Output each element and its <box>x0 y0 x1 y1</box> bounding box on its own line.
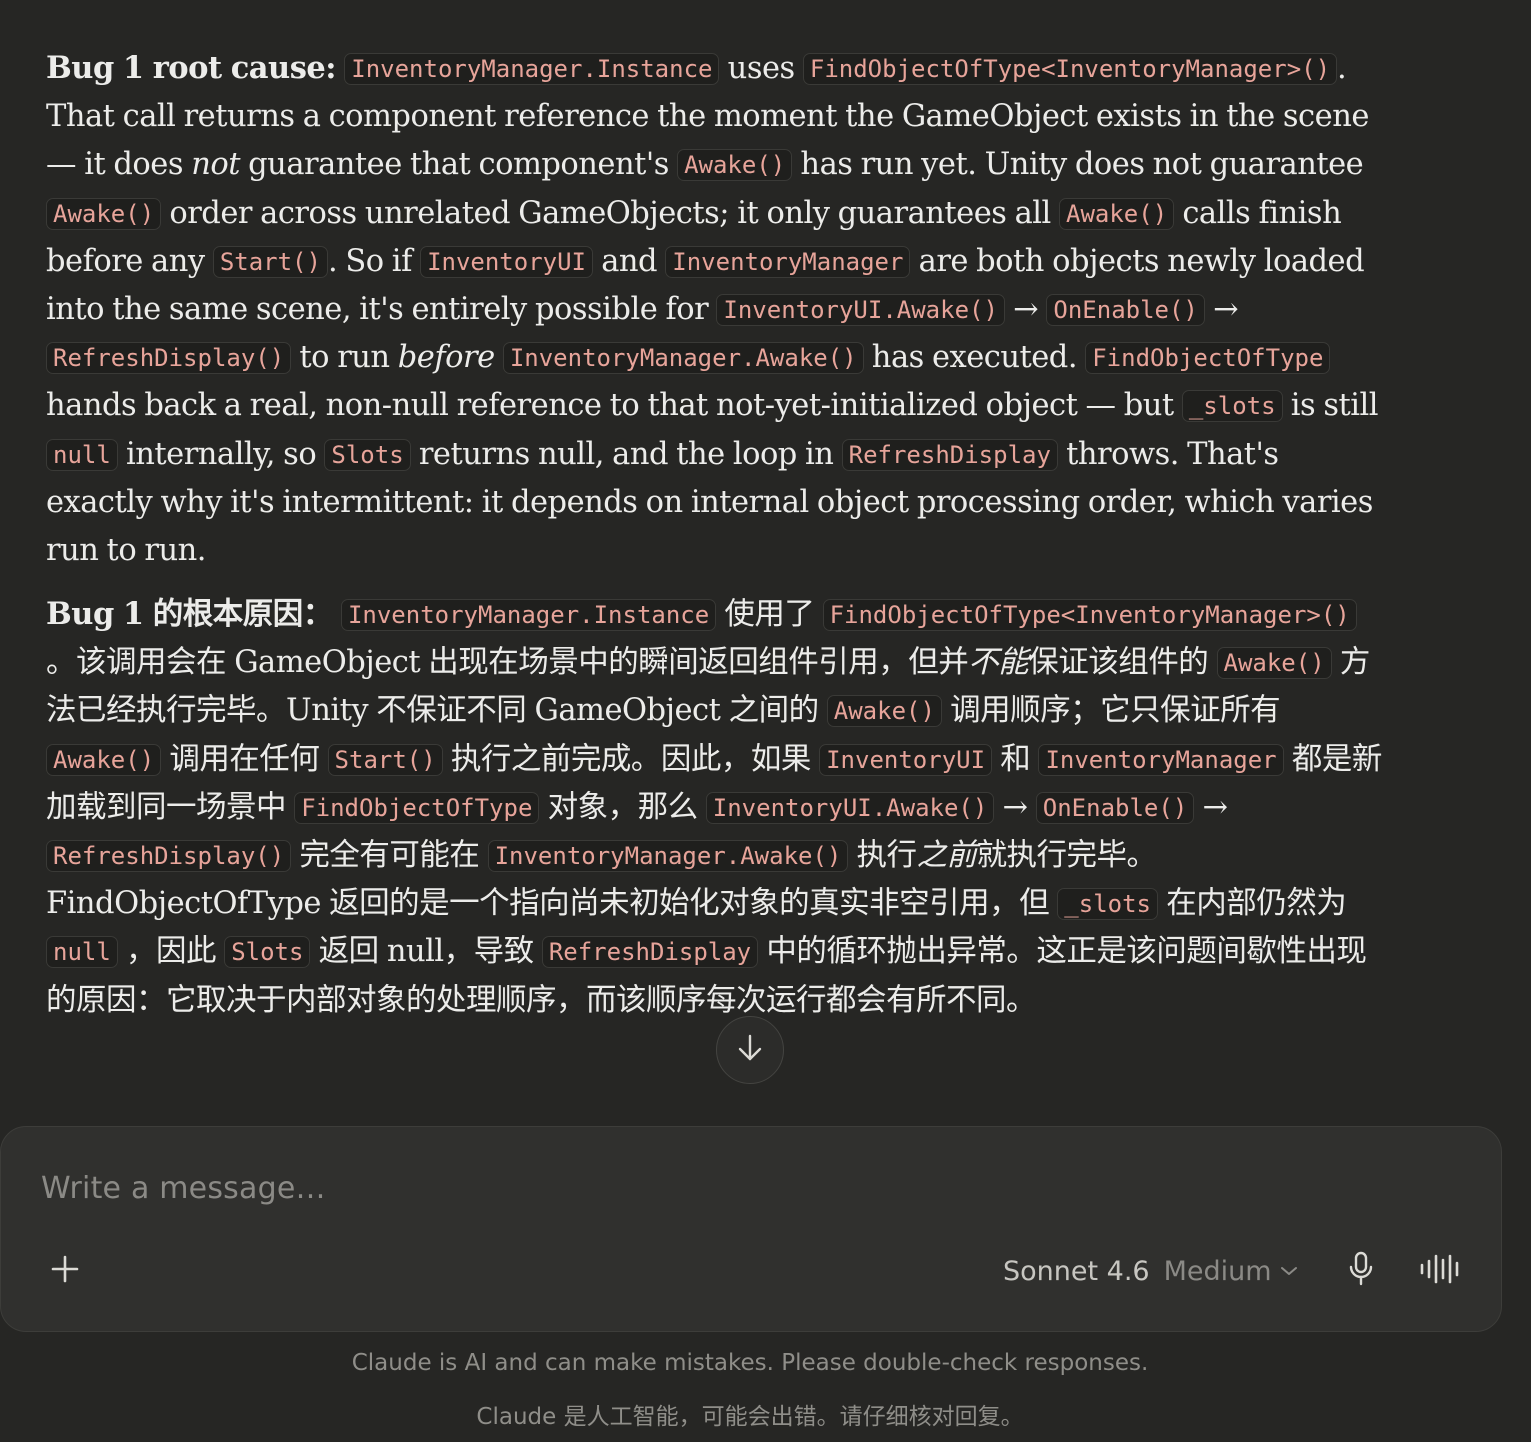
message-text: ，因此 <box>117 934 225 970</box>
message-text: uses <box>719 51 803 86</box>
inline-code: Awake() <box>46 197 162 230</box>
message-text: has run yet. Unity does not guarantee <box>792 147 1364 183</box>
model-selector[interactable]: Sonnet 4.6 Medium <box>1003 1251 1298 1291</box>
message-text: guarantee that component's <box>239 147 678 183</box>
emphasis-text: 不能 <box>968 645 1029 681</box>
inline-code: Awake() <box>826 695 942 728</box>
assistant-message-paragraph-zh: Bug 1 的根本原因： InventoryManager.Instance 使… <box>46 590 1391 1025</box>
message-text <box>333 597 341 632</box>
message-text: 在内部仍然为 <box>1158 886 1347 922</box>
inline-code: Awake() <box>1059 197 1175 230</box>
message-text: 对象，那么 <box>539 789 706 825</box>
inline-code: InventoryUI.Awake() <box>705 791 995 824</box>
message-text: 使用了 <box>716 597 823 632</box>
inline-code: OnEnable() <box>1046 294 1205 327</box>
message-text: internally, so <box>117 436 325 472</box>
emphasis-text: not <box>191 147 240 183</box>
disclaimer-en: Claude is AI and can make mistakes. Plea… <box>351 1350 1149 1376</box>
inline-code: Start() <box>327 743 443 776</box>
message-text: returns null, and the loop in <box>410 436 842 472</box>
message-text: 调用顺序；它只保证所有 <box>941 693 1281 729</box>
message-text: order across unrelated GameObjects; it o… <box>161 195 1059 231</box>
inline-code: InventoryUI <box>420 245 594 278</box>
inline-code: FindObjectOfType<InventoryManager>() <box>802 53 1338 85</box>
inline-code: null <box>46 438 118 471</box>
voice-mode-button[interactable] <box>1417 1251 1465 1291</box>
inline-code: RefreshDisplay <box>841 438 1058 471</box>
message-text: 和 <box>992 741 1039 777</box>
inline-code: InventoryManager.Awake() <box>487 840 849 873</box>
inline-code: Awake() <box>677 149 793 182</box>
message-text: → <box>1204 292 1239 328</box>
dictation-button[interactable] <box>1341 1251 1381 1291</box>
inline-code: OnEnable() <box>1035 791 1195 824</box>
emphasis-text: 之前 <box>916 838 978 874</box>
model-name: Sonnet 4.6 <box>1003 1255 1150 1287</box>
message-text: 执行 <box>848 838 918 874</box>
microphone-icon <box>1347 1251 1375 1291</box>
message-input[interactable]: Write a message… <box>41 1171 326 1206</box>
inline-code: InventoryUI <box>819 743 993 776</box>
assistant-message-paragraph-en: Bug 1 root cause: InventoryManager.Insta… <box>46 44 1391 575</box>
message-text: 完全有可能在 <box>291 838 488 874</box>
inline-code: Slots <box>224 936 311 969</box>
message-composer: Write a message… Sonnet 4.6 Medium <box>0 1126 1502 1332</box>
add-attachment-button[interactable] <box>45 1251 85 1291</box>
model-effort: Medium <box>1163 1255 1272 1287</box>
inline-code: Start() <box>212 245 328 278</box>
inline-code: InventoryManager <box>665 245 911 278</box>
message-text: has executed. <box>863 340 1086 376</box>
message-text: is still <box>1282 388 1379 424</box>
message-text: 。该调用会在 GameObject 出现在场景中的瞬间返回组件引用，但并 <box>46 645 969 681</box>
message-text: 调用在任何 <box>161 741 328 777</box>
inline-code: InventoryManager <box>1038 743 1284 776</box>
inline-code: _slots <box>1057 888 1158 921</box>
message-text: 保证该组件的 <box>1028 645 1217 681</box>
message-text <box>495 340 503 375</box>
message-text: . So if <box>327 243 421 279</box>
message-text: hands back a real, non-null reference to… <box>46 388 1182 424</box>
message-text: 执行之前完成。因此，如果 <box>442 741 820 777</box>
disclaimer-zh: Claude 是人工智能，可能会出错。请仔细核对回复。 <box>476 1404 1024 1430</box>
inline-code: InventoryManager.Instance <box>340 599 717 631</box>
inline-code: InventoryUI.Awake() <box>716 294 1005 327</box>
chevron-down-icon <box>1280 1265 1298 1277</box>
inline-code: InventoryManager.Awake() <box>502 342 864 375</box>
inline-code: Slots <box>324 438 411 471</box>
bug-heading: Bug 1 的根本原因： <box>46 596 333 632</box>
inline-code: _slots <box>1181 390 1283 423</box>
arrow-down-icon <box>736 1033 764 1067</box>
message-text: 返回 null，导致 <box>310 934 542 970</box>
message-text: → <box>1004 292 1047 328</box>
inline-code: RefreshDisplay() <box>46 840 292 873</box>
inline-code: RefreshDisplay <box>541 936 759 969</box>
voice-waveform-icon <box>1419 1253 1463 1289</box>
inline-code: FindObjectOfType <box>294 791 540 824</box>
inline-code: Awake() <box>46 743 162 776</box>
message-text: → <box>1194 789 1228 825</box>
message-text: to run <box>291 340 398 376</box>
emphasis-text: before <box>397 340 495 376</box>
inline-code: InventoryManager.Instance <box>344 53 720 85</box>
scroll-to-bottom-button[interactable] <box>716 1016 784 1084</box>
inline-code: null <box>46 936 118 969</box>
inline-code: FindObjectOfType<InventoryManager>() <box>822 599 1357 631</box>
inline-code: FindObjectOfType <box>1085 342 1331 375</box>
message-text: and <box>593 243 666 279</box>
inline-code: Awake() <box>1216 647 1332 680</box>
inline-code: RefreshDisplay() <box>46 342 292 375</box>
message-text: → <box>994 789 1036 825</box>
plus-icon <box>50 1254 80 1288</box>
bug-heading: Bug 1 root cause: <box>46 50 337 86</box>
